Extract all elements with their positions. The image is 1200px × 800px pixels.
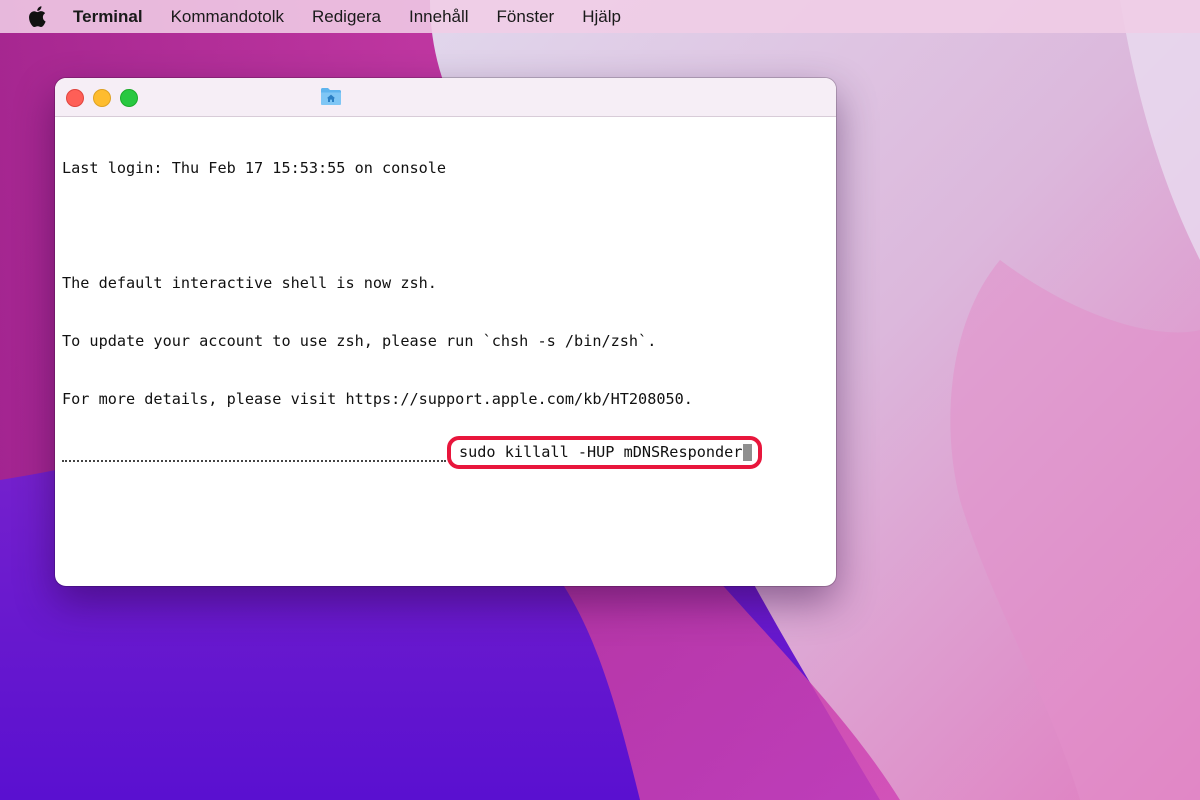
redacted-prompt xyxy=(62,448,446,467)
menu-fonster[interactable]: Fönster xyxy=(497,7,555,27)
zoom-button[interactable] xyxy=(120,89,138,107)
menu-hjalp[interactable]: Hjälp xyxy=(582,7,621,27)
menu-redigera[interactable]: Redigera xyxy=(312,7,381,27)
terminal-output[interactable]: Last login: Thu Feb 17 15:53:55 on conso… xyxy=(62,120,832,506)
home-folder-icon xyxy=(320,86,342,106)
terminal-line: To update your account to use zsh, pleas… xyxy=(62,332,657,351)
menu-bar: Terminal Kommandotolk Redigera Innehåll … xyxy=(0,0,1200,33)
close-button[interactable] xyxy=(66,89,84,107)
prompt-line: sudo killall -HUP mDNSResponder xyxy=(62,436,832,470)
menu-app-terminal[interactable]: Terminal xyxy=(73,7,143,27)
command-input[interactable]: sudo killall -HUP mDNSResponder xyxy=(459,443,742,462)
terminal-line: The default interactive shell is now zsh… xyxy=(62,274,437,293)
terminal-window: Last login: Thu Feb 17 15:53:55 on conso… xyxy=(55,78,836,586)
minimize-button[interactable] xyxy=(93,89,111,107)
window-titlebar[interactable] xyxy=(55,78,836,117)
terminal-line: Last login: Thu Feb 17 15:53:55 on conso… xyxy=(62,158,447,177)
terminal-line: For more details, please visit https://s… xyxy=(62,390,693,409)
menu-kommandotolk[interactable]: Kommandotolk xyxy=(171,7,284,27)
text-cursor xyxy=(743,444,753,462)
apple-logo-icon[interactable] xyxy=(27,6,47,28)
menu-innehall[interactable]: Innehåll xyxy=(409,7,469,27)
command-highlight: sudo killall -HUP mDNSResponder xyxy=(447,436,763,470)
